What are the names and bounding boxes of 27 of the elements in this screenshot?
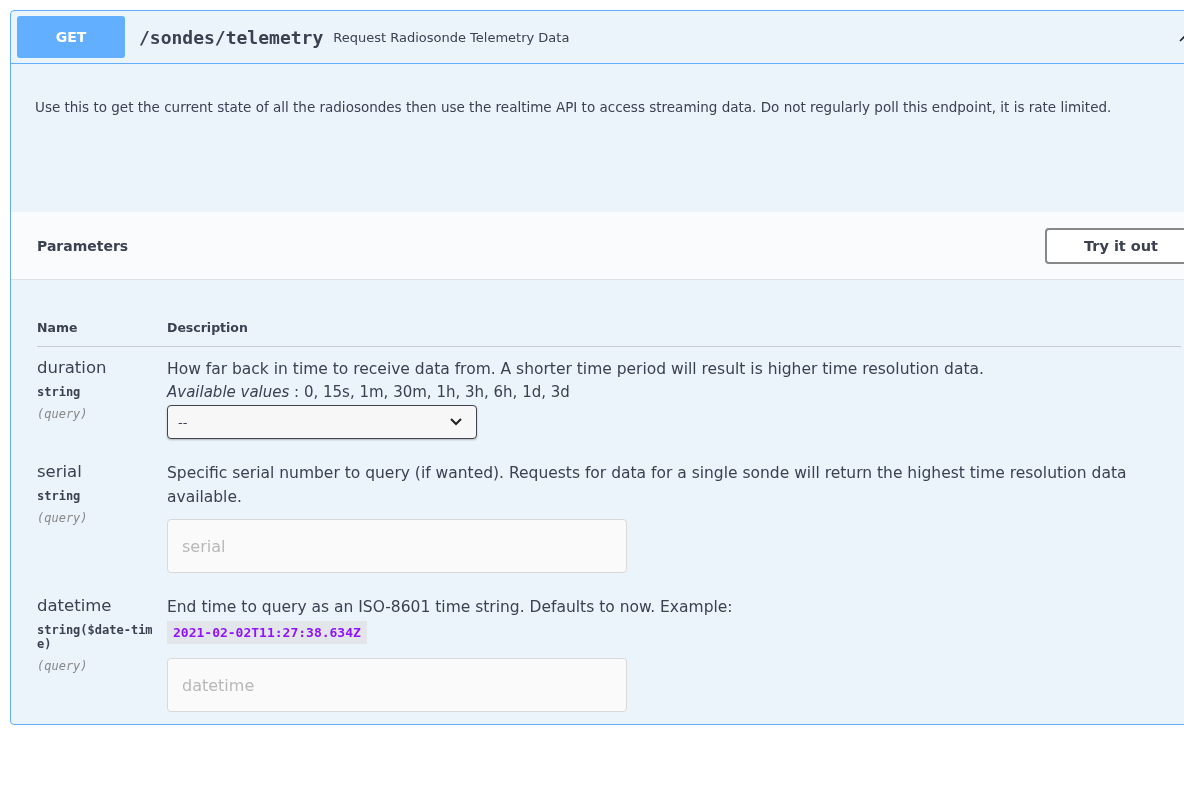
dropdown-field[interactable]: -- xyxy=(167,405,477,439)
column-header: Description xyxy=(167,319,248,335)
example-value: 2021-02-02T11:27:38.634Z xyxy=(167,621,367,644)
parameter-description: End time to query as an ISO-8601 time string. Defaults to now. Example: xyxy=(167,597,734,618)
parameter-name: serial xyxy=(37,461,83,483)
parameter-name: duration xyxy=(37,357,108,379)
method-badge: GET xyxy=(17,16,125,58)
parameter-description: How far back in time to receive data from. A shorter time period will result is higher time resolution data. xyxy=(167,359,985,380)
endpoint-summary: Request Radiosonde Telemetry Data xyxy=(333,29,570,45)
try-it-out-button[interactable]: Try it out xyxy=(1045,227,1184,264)
parameter-location: (query) xyxy=(37,407,89,421)
parameter-name: datetime xyxy=(37,595,113,617)
parameter-type: string xyxy=(37,489,82,503)
input-field[interactable]: serial xyxy=(167,519,627,573)
parameters-heading: Parameters xyxy=(37,237,129,254)
endpoint-path: /sondes/telemetry xyxy=(139,26,324,48)
input-field[interactable]: datetime xyxy=(167,658,627,712)
column-header: Name xyxy=(37,319,79,335)
parameter-type: string xyxy=(37,385,82,399)
chevron-down-icon xyxy=(450,418,462,426)
parameter-type: string($date-time) xyxy=(37,623,154,651)
operation-header[interactable]: GET /sondes/telemetry Request Radiosonde Telemetry Data xyxy=(11,11,1184,64)
parameter-description: Specific serial number to query (if wanted). Requests for data for a single sonde will return the highest time resolution data available. xyxy=(167,463,1128,508)
operation-description: Use this to get the current state of all the radiosondes then use the realtime API to access streaming data. Do not regularly poll this endpoint, it is rate limited. xyxy=(35,98,1113,117)
parameter-location: (query) xyxy=(37,511,89,525)
parameter-location: (query) xyxy=(37,659,89,673)
available-values: Available values : 0, 15s, 1m, 30m, 1h, 3h, 6h, 1d, 3d xyxy=(167,382,571,403)
